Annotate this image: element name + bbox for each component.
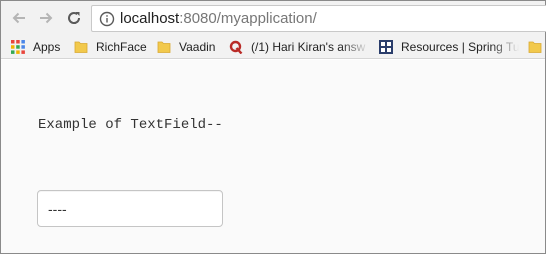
folder-icon bbox=[528, 41, 542, 53]
address-bar[interactable]: localhost:8080/myapplication/ bbox=[91, 5, 546, 32]
arrow-right-icon bbox=[40, 12, 53, 24]
bookmarks-bar: Apps RichFace Vaadin (/1) Hari Kiran's a… bbox=[1, 35, 545, 59]
text-field[interactable] bbox=[37, 190, 223, 227]
bookmark-label: RichFace bbox=[96, 40, 147, 54]
bookmark-label: (/1) Hari Kiran's answ bbox=[251, 40, 366, 54]
page-content: Example of TextField-- bbox=[1, 60, 545, 253]
reload-icon bbox=[68, 12, 81, 24]
url-host: localhost bbox=[120, 10, 180, 27]
bookmark-quora[interactable]: (/1) Hari Kiran's answ bbox=[229, 38, 369, 56]
spring-site-icon bbox=[379, 40, 393, 54]
back-button[interactable] bbox=[8, 7, 30, 29]
bookmark-spring[interactable]: Resources | Spring Tu bbox=[379, 38, 519, 56]
bookmark-label: Vaadin bbox=[179, 40, 216, 54]
browser-toolbar: localhost:8080/myapplication/ bbox=[1, 1, 546, 35]
reload-button[interactable] bbox=[63, 7, 85, 29]
url-path: :8080/myapplication/ bbox=[179, 10, 317, 27]
page-heading: Example of TextField-- bbox=[38, 117, 223, 133]
bookmark-apps[interactable]: Apps bbox=[11, 38, 71, 56]
arrow-left-icon bbox=[12, 12, 25, 24]
forward-button[interactable] bbox=[35, 7, 57, 29]
folder-icon bbox=[74, 41, 88, 53]
folder-icon bbox=[157, 41, 171, 53]
bookmark-richface[interactable]: RichFace bbox=[74, 38, 154, 56]
url-text: localhost:8080/myapplication/ bbox=[120, 10, 317, 27]
bookmark-vaadin[interactable]: Vaadin bbox=[157, 38, 223, 56]
apps-grid-icon bbox=[11, 40, 25, 54]
bookmark-more[interactable] bbox=[528, 38, 544, 56]
quora-icon bbox=[229, 40, 243, 54]
info-icon[interactable] bbox=[99, 11, 115, 27]
bookmark-label: Apps bbox=[33, 40, 61, 54]
bookmark-label: Resources | Spring Tu bbox=[401, 40, 519, 54]
